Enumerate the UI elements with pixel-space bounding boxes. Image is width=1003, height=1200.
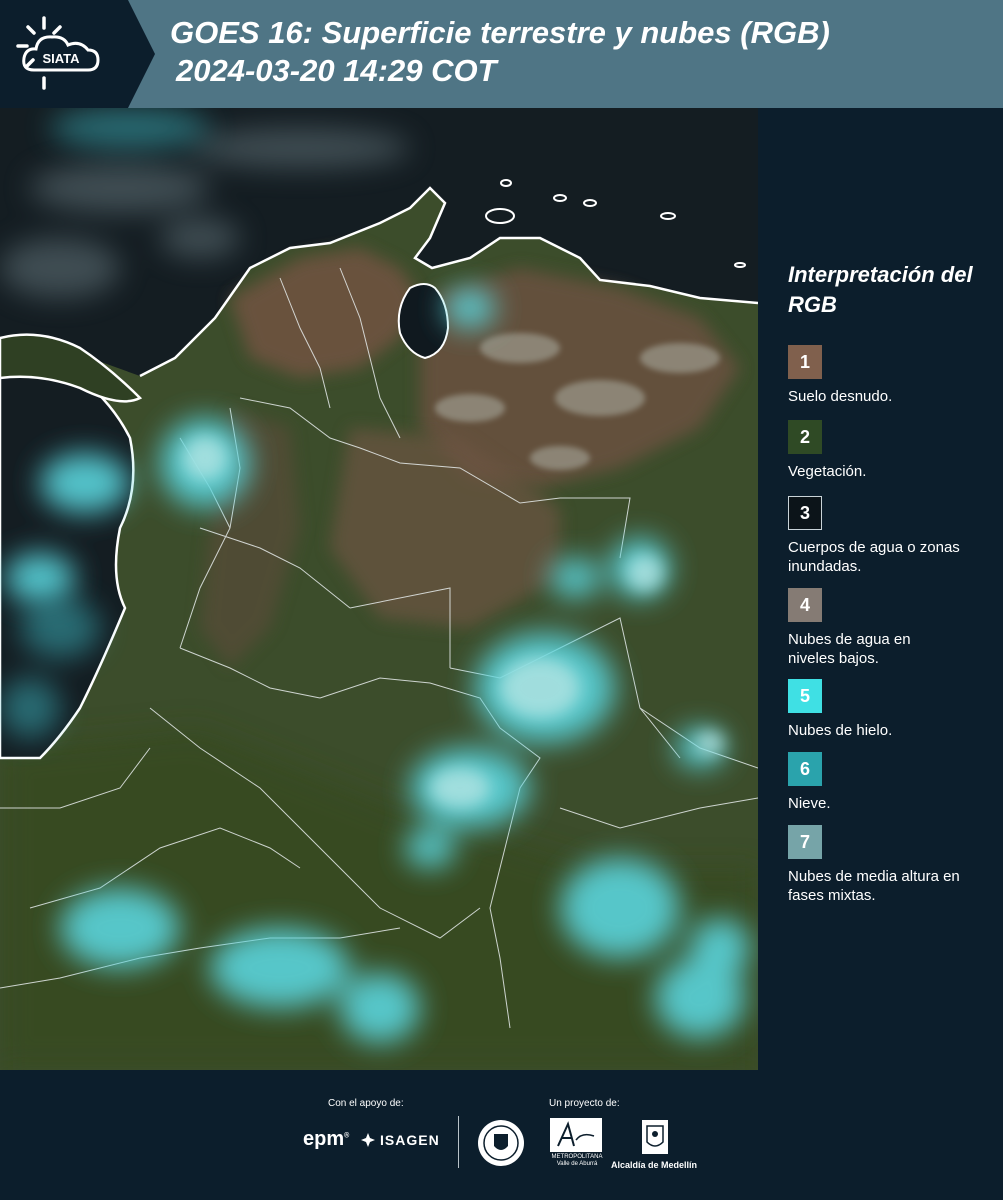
legend-item-6: 6 Nieve. bbox=[788, 752, 998, 813]
footer: Con el apoyo de: Un proyecto de: epm® IS… bbox=[0, 1070, 1003, 1200]
legend-item-3: 3 Cuerpos de agua o zonas inundadas. bbox=[788, 496, 998, 576]
siata-logo: SIATA bbox=[0, 0, 155, 108]
legend-label-3: Cuerpos de agua o zonas inundadas. bbox=[788, 539, 960, 575]
logo-text: SIATA bbox=[42, 51, 80, 66]
legend-item-2: 2 Vegetación. bbox=[788, 420, 998, 481]
isagen-logo: ISAGEN bbox=[360, 1132, 440, 1148]
legend-swatch-2: 2 bbox=[788, 420, 822, 454]
title-line-2: 2024-03-20 14:29 COT bbox=[176, 53, 497, 88]
legend-swatch-5: 5 bbox=[788, 679, 822, 713]
support-label: Con el apoyo de: bbox=[328, 1098, 404, 1109]
legend-item-4: 4 Nubes de agua en niveles bajos. bbox=[788, 588, 998, 668]
title-line-1: GOES 16: Superficie terrestre y nubes (R… bbox=[170, 15, 830, 50]
footer-divider bbox=[458, 1116, 459, 1168]
satellite-map[interactable] bbox=[0, 108, 758, 1070]
header-bar: SIATA GOES 16: Superficie terrestre y nu… bbox=[0, 0, 1003, 108]
legend-label-2: Vegetación. bbox=[788, 463, 867, 480]
epm-logo: epm® bbox=[303, 1128, 350, 1150]
legend-item-1: 1 Suelo desnudo. bbox=[788, 345, 998, 406]
page-title: GOES 16: Superficie terrestre y nubes (R… bbox=[170, 14, 830, 90]
area-metropolitana-text: METROPOLITANA Valle de Aburrá bbox=[551, 1154, 603, 1167]
legend-swatch-3: 3 bbox=[788, 496, 822, 530]
legend-swatch-7: 7 bbox=[788, 825, 822, 859]
isagen-text: ISAGEN bbox=[380, 1132, 440, 1148]
legend-item-5: 5 Nubes de hielo. bbox=[788, 679, 998, 740]
alcaldia-shield-icon bbox=[642, 1120, 668, 1154]
epm-text: epm bbox=[303, 1128, 345, 1150]
legend-swatch-6: 6 bbox=[788, 752, 822, 786]
alcaldia-text: Alcaldía de Medellín bbox=[611, 1160, 698, 1170]
legend-label-4: Nubes de agua en niveles bajos. bbox=[788, 631, 911, 667]
legend-label-5: Nubes de hielo. bbox=[788, 722, 893, 739]
isagen-mark-icon bbox=[361, 1133, 375, 1147]
legend-label-1: Suelo desnudo. bbox=[788, 388, 893, 405]
medellin-seal-icon bbox=[478, 1120, 524, 1166]
legend-swatch-4: 4 bbox=[788, 588, 822, 622]
legend-swatch-1: 1 bbox=[788, 345, 822, 379]
project-label: Un proyecto de: bbox=[549, 1098, 620, 1109]
legend-item-7: 7 Nubes de media altura en fases mixtas. bbox=[788, 825, 998, 905]
legend-label-7: Nubes de media altura en fases mixtas. bbox=[788, 868, 960, 904]
legend-title: Interpretación del RGB bbox=[788, 262, 973, 317]
legend-panel: Interpretación del RGB 1 Suelo desnudo. … bbox=[758, 108, 1003, 1070]
legend-label-6: Nieve. bbox=[788, 795, 831, 812]
